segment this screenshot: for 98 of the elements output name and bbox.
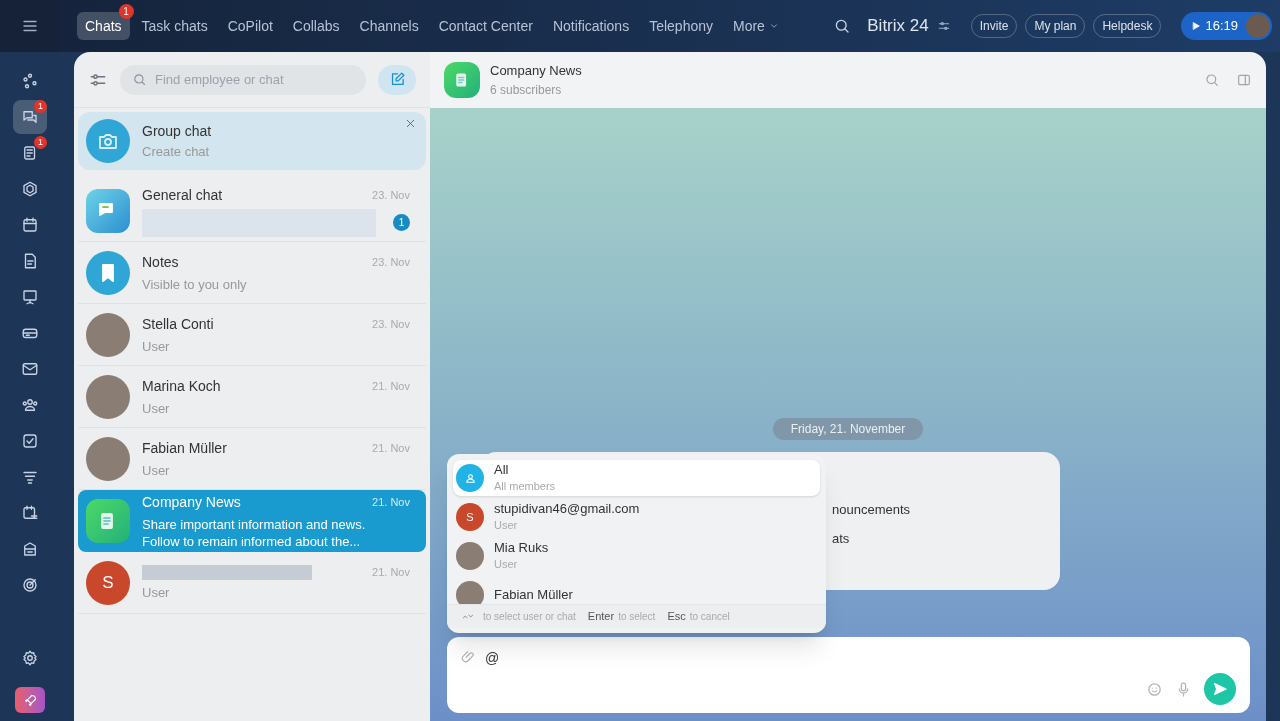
key-hint: Enter [587,609,615,625]
group-chat-banner[interactable]: Group chat Create chat [78,112,426,170]
sidebar-panel-icon [1236,72,1252,88]
nav-tab[interactable]: Task chats [133,12,216,40]
target-icon [21,576,39,594]
nav-tab[interactable]: Channels [351,12,427,40]
chat-preview: User [142,338,170,355]
calendar-icon [21,216,39,234]
hexagon-icon [21,180,39,198]
chat-date: 23. Nov [372,317,411,333]
network-icon [21,72,39,90]
chat-list-item[interactable]: S 21. Nov User [78,552,426,614]
panel-toggle-button[interactable] [1236,72,1252,88]
chat-list-item[interactable]: Notes 23. Nov Visible to you only [78,242,426,304]
chat-title: Company News [490,62,582,81]
chat-list-item[interactable]: General chat 23. Nov 1 [78,180,426,242]
chat-name: Stella Conti [142,315,214,334]
avatar-photo-placeholder [456,581,484,604]
sidebar-item[interactable]: 1 [13,136,47,170]
message-text: ats [832,529,850,548]
search-icon [132,72,147,87]
time-button[interactable]: 16:19 [1181,12,1272,40]
settings-icon [21,649,39,667]
hint-text: to select [618,610,656,624]
store-icon [21,540,39,558]
sliders-icon [936,19,951,33]
board-icon [21,288,39,306]
chat-preview: User [142,462,170,479]
chat-name: Marina Koch [142,377,221,396]
unread-badge: 1 [393,214,410,231]
mention-name: All [494,462,510,478]
chat-preview: Share important information and news. Follow to remain informed about the... [142,516,367,550]
avatar-photo-placeholder [86,312,130,357]
count-badge: 1 [34,100,47,113]
brand-logo: Bitrix 24 [867,15,929,38]
chat-preview: Visible to you only [142,276,247,293]
send-icon [1212,681,1228,697]
chat-date: 21. Nov [372,441,411,457]
mention-subtitle: All members [494,479,556,494]
hint-text: to cancel [689,610,730,624]
avatar-photo-placeholder [1246,14,1270,38]
chat-name: Notes [142,253,179,272]
mention-name: stupidivan46@gmail.com [494,501,640,517]
nav-tab[interactable]: Telephony [641,12,721,40]
new-chat-button[interactable] [378,64,416,95]
chat-name: Fabian Müller [142,439,227,458]
mention-name: Fabian Müller [494,587,573,603]
search-input[interactable]: Find employee or chat [155,69,354,90]
count-badge: 1 [34,136,47,149]
mention-name: Mia Ruks [494,540,549,556]
schedule-icon [21,504,39,522]
paperclip-icon [461,649,477,665]
chat-preview: User [142,400,170,417]
count-badge: 1 [118,4,134,19]
nav-tab[interactable]: CoPilot [219,12,281,40]
chat-subtitle: 6 subscribers [490,81,563,99]
mention-subtitle: User [494,518,519,533]
chat-date: 23. Nov [372,187,411,203]
rocket-button[interactable] [15,687,45,713]
close-button[interactable] [405,118,416,129]
chat-icon [21,108,39,126]
mention-item[interactable]: All All members [453,460,820,496]
nav-tab[interactable]: Contact Center [430,12,541,40]
smiley-icon [1146,680,1163,698]
nav-tab[interactable]: Collabs [284,12,348,40]
chat-preview: User [142,583,170,601]
hint-text: to select user or chat [483,610,576,624]
avatar-photo-placeholder [86,436,130,481]
nav-tab[interactable]: More [725,12,787,40]
nav-tab[interactable]: Notifications [544,12,638,40]
chat-name: General chat [142,185,223,205]
chat-list-item[interactable]: Marina Koch 21. Nov User [78,366,426,428]
avatar-photo-placeholder [456,542,484,570]
letter-avatar: S [456,503,484,531]
search-field[interactable]: Find employee or chat [120,64,366,95]
rocket-icon [22,692,38,708]
banner-subtitle: Create chat [142,142,211,161]
banner-title: Group chat [142,121,212,141]
key-hint: Esc [667,609,686,625]
chat-date: 21. Nov [372,495,411,511]
mention-item[interactable]: S stupidivan46@gmail.com User [453,499,820,535]
chat-list-item[interactable]: Stella Conti 23. Nov User [78,304,426,366]
chat-date: 21. Nov [372,379,411,395]
play-icon [1191,21,1202,31]
people-icon [21,396,39,414]
mail-icon [21,360,39,378]
sidebar-item[interactable]: 1 [13,100,47,134]
chat-name: Company News [142,493,241,512]
letter-avatar: S [86,560,130,605]
chat-date: 21. Nov [372,565,411,581]
message-text: nouncements [832,501,911,519]
avatar-photo-placeholder [86,374,130,419]
mention-subtitle: User [494,557,519,572]
mention-item[interactable]: Mia Ruks User [453,538,820,574]
search-icon [1204,72,1220,88]
close-icon [405,118,416,129]
chat-date: 23. Nov [372,255,411,271]
task-icon [21,432,39,450]
